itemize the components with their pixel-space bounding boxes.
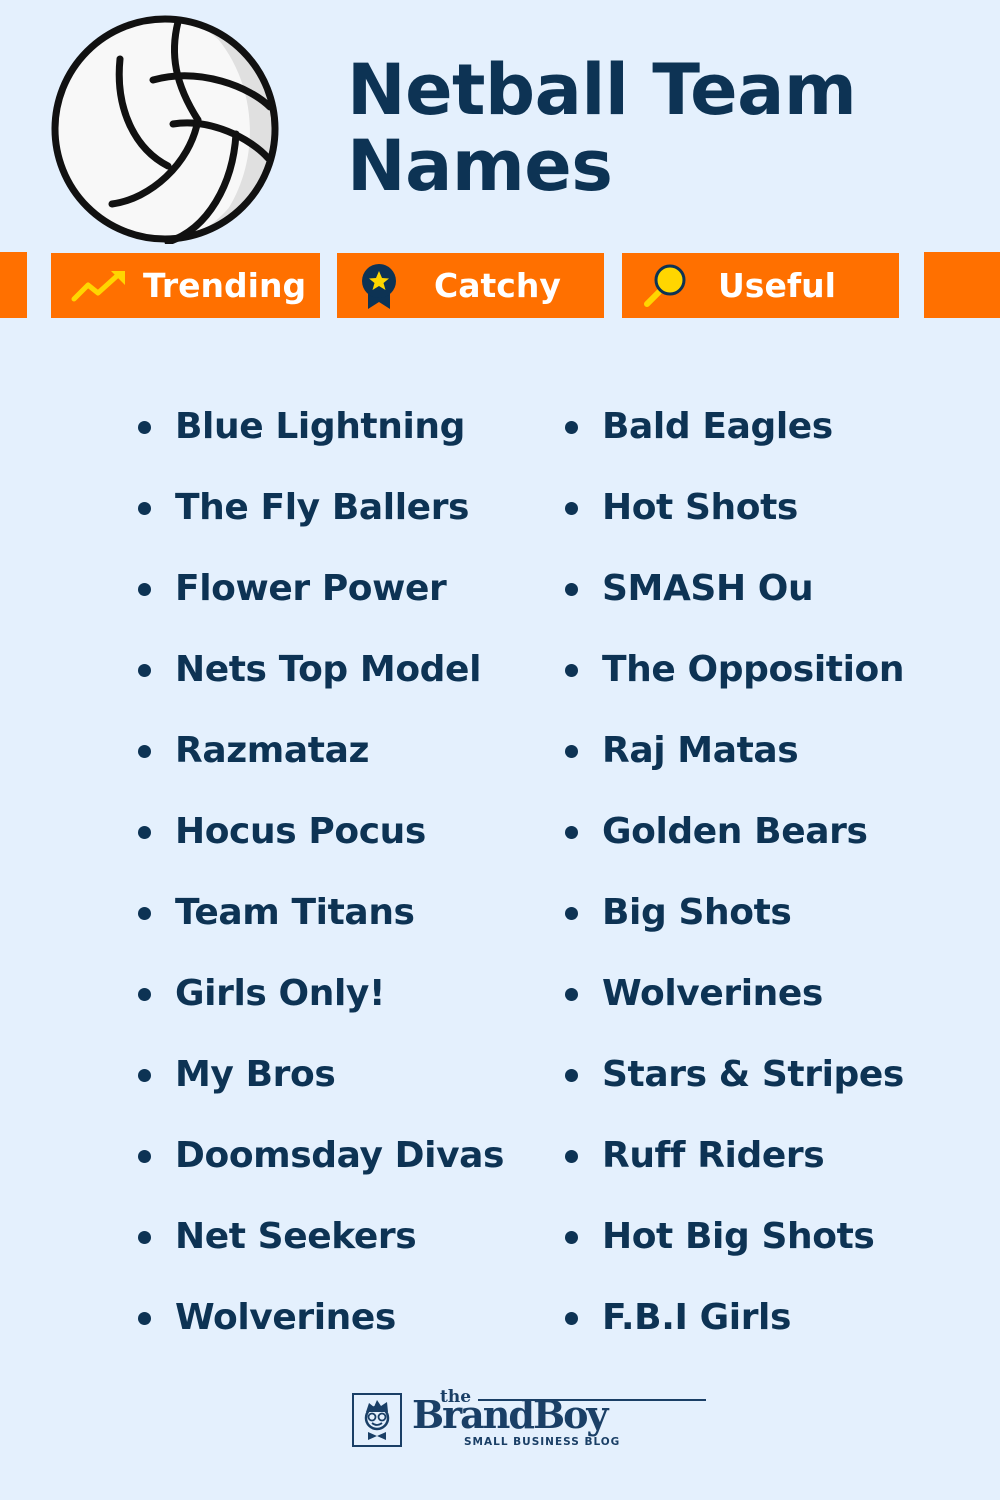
tag-catchy-label: Catchy bbox=[434, 266, 561, 305]
boy-mascot-icon bbox=[364, 1400, 390, 1440]
list-item: Hot Big Shots bbox=[565, 1208, 904, 1289]
list-item: Razmataz bbox=[138, 722, 504, 803]
team-name: Doomsday Divas bbox=[175, 1135, 505, 1176]
bullet-icon bbox=[565, 1312, 578, 1325]
bullet-icon bbox=[565, 907, 578, 920]
list-item: Bald Eagles bbox=[565, 398, 904, 479]
bullet-icon bbox=[565, 1231, 578, 1244]
tag-trending-label: Trending bbox=[143, 266, 307, 305]
list-item: Raj Matas bbox=[565, 722, 904, 803]
team-name: Girls Only! bbox=[175, 973, 386, 1014]
logo-wordmark: the BrandBoy SMALL BUSINESS BLOG bbox=[412, 1387, 706, 1449]
logo-tagline: SMALL BUSINESS BLOG bbox=[464, 1436, 621, 1448]
tag-trending: Trending bbox=[51, 253, 320, 318]
team-name: My Bros bbox=[175, 1054, 336, 1095]
list-item: F.B.I Girls bbox=[565, 1289, 904, 1370]
bullet-icon bbox=[565, 502, 578, 515]
team-name: Hot Big Shots bbox=[602, 1216, 875, 1257]
team-name: Wolverines bbox=[175, 1297, 396, 1338]
bullet-icon bbox=[138, 664, 151, 677]
bullet-icon bbox=[138, 907, 151, 920]
team-name: Nets Top Model bbox=[175, 649, 482, 690]
award-ribbon-star-icon bbox=[362, 263, 396, 309]
tag-catchy: Catchy bbox=[337, 253, 604, 318]
bullet-icon bbox=[565, 988, 578, 1001]
brand-logo: the BrandBoy SMALL BUSINESS BLOG bbox=[352, 1387, 706, 1449]
list-item: Team Titans bbox=[138, 884, 504, 965]
logo-mascot-box bbox=[352, 1393, 402, 1447]
trending-up-arrow-icon bbox=[71, 270, 125, 301]
list-item: Wolverines bbox=[565, 965, 904, 1046]
list-item: My Bros bbox=[138, 1046, 504, 1127]
magnifying-glass-icon bbox=[644, 264, 686, 307]
team-name: Net Seekers bbox=[175, 1216, 417, 1257]
bullet-icon bbox=[565, 745, 578, 758]
list-item: The Fly Ballers bbox=[138, 479, 504, 560]
team-name: The Opposition bbox=[602, 649, 905, 690]
page-title: Netball Team Names bbox=[347, 49, 857, 207]
bullet-icon bbox=[138, 1069, 151, 1082]
team-name: Blue Lightning bbox=[175, 406, 466, 447]
team-name: Hot Shots bbox=[602, 487, 798, 528]
list-item: Blue Lightning bbox=[138, 398, 504, 479]
team-name: Wolverines bbox=[602, 973, 823, 1014]
bullet-icon bbox=[138, 421, 151, 434]
decorative-bar-right bbox=[924, 252, 1000, 318]
team-name: The Fly Ballers bbox=[175, 487, 470, 528]
team-name: Stars & Stripes bbox=[602, 1054, 904, 1095]
bullet-icon bbox=[138, 826, 151, 839]
bullet-icon bbox=[565, 664, 578, 677]
team-name: Raj Matas bbox=[602, 730, 799, 771]
bullet-icon bbox=[138, 1150, 151, 1163]
team-name: Big Shots bbox=[602, 892, 792, 933]
list-item: Hocus Pocus bbox=[138, 803, 504, 884]
bullet-icon bbox=[565, 1150, 578, 1163]
list-item: Doomsday Divas bbox=[138, 1127, 504, 1208]
list-item: Stars & Stripes bbox=[565, 1046, 904, 1127]
team-name: Hocus Pocus bbox=[175, 811, 426, 852]
list-item: Ruff Riders bbox=[565, 1127, 904, 1208]
list-item: Flower Power bbox=[138, 560, 504, 641]
names-list-right: Bald Eagles Hot Shots SMASH Ou The Oppos… bbox=[565, 398, 904, 1370]
bullet-icon bbox=[565, 826, 578, 839]
team-name: Ruff Riders bbox=[602, 1135, 825, 1176]
volleyball-icon bbox=[51, 15, 279, 244]
bullet-icon bbox=[138, 502, 151, 515]
bullet-icon bbox=[565, 1069, 578, 1082]
bullet-icon bbox=[138, 745, 151, 758]
bullet-icon bbox=[138, 1231, 151, 1244]
team-name: Flower Power bbox=[175, 568, 447, 609]
decorative-bar-left bbox=[0, 252, 27, 318]
tag-useful: Useful bbox=[622, 253, 899, 318]
list-item: Girls Only! bbox=[138, 965, 504, 1046]
team-name: Golden Bears bbox=[602, 811, 868, 852]
bullet-icon bbox=[565, 583, 578, 596]
list-item: Big Shots bbox=[565, 884, 904, 965]
tag-useful-label: Useful bbox=[718, 266, 836, 305]
logo-brand-name: BrandBoy bbox=[412, 1392, 609, 1437]
list-item: The Opposition bbox=[565, 641, 904, 722]
bullet-icon bbox=[138, 583, 151, 596]
list-item: Wolverines bbox=[138, 1289, 504, 1370]
list-item: Nets Top Model bbox=[138, 641, 504, 722]
bullet-icon bbox=[565, 421, 578, 434]
bullet-icon bbox=[138, 1312, 151, 1325]
list-item: Net Seekers bbox=[138, 1208, 504, 1289]
team-name: SMASH Ou bbox=[602, 568, 814, 609]
team-name: F.B.I Girls bbox=[602, 1297, 792, 1338]
title-line-2: Names bbox=[347, 125, 613, 207]
list-item: Hot Shots bbox=[565, 479, 904, 560]
title-line-1: Netball Team bbox=[347, 49, 857, 131]
list-item: SMASH Ou bbox=[565, 560, 904, 641]
team-name: Razmataz bbox=[175, 730, 370, 771]
team-name: Bald Eagles bbox=[602, 406, 833, 447]
names-list-left: Blue Lightning The Fly Ballers Flower Po… bbox=[138, 398, 504, 1370]
bullet-icon bbox=[138, 988, 151, 1001]
list-item: Golden Bears bbox=[565, 803, 904, 884]
team-name: Team Titans bbox=[175, 892, 415, 933]
